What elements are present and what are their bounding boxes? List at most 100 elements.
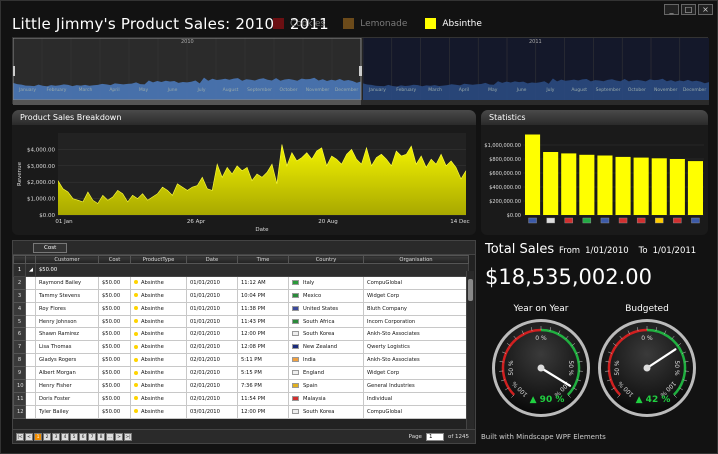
page-button-6[interactable]: 6 [79,433,87,441]
cell-time[interactable]: 11:43 PM [237,314,289,329]
cell-producttype[interactable]: Absinthe [130,288,187,303]
cell-cost[interactable]: $50.00 [98,366,131,381]
cell-organisation[interactable]: Ankh-Sto Associates [363,327,469,342]
stat-bar[interactable] [633,157,649,215]
minimize-button[interactable]: _ [664,4,679,15]
cell-date[interactable]: 02/01/2010 [186,391,238,406]
column-header-producttype[interactable]: ProductType [130,255,187,264]
first-page-button[interactable]: |< [16,433,24,441]
prev-page-button[interactable]: < [25,433,33,441]
stat-bar[interactable] [615,156,631,215]
cell-producttype[interactable]: Absinthe [130,314,187,329]
cell-country[interactable]: Mexico [288,288,364,303]
page-button-7[interactable]: 7 [88,433,96,441]
cell-country[interactable]: South Africa [288,314,364,329]
cell-date[interactable]: 01/01/2010 [186,288,238,303]
more-page-button[interactable]: ... [106,433,114,441]
legend-item-absinthe[interactable]: Absinthe [425,18,482,29]
table-row[interactable]: 8 Gladys Rogers $50.00 Absinthe 02/01/2010 5:… [13,353,469,368]
cell-cost[interactable]: $50.00 [98,404,131,419]
cell-customer[interactable]: Henry Fisher [35,379,99,393]
table-row[interactable]: 10 Henry Fisher $50.00 Absinthe 02/01/2010 7:… [13,379,469,393]
cell-customer[interactable]: Gladys Rogers [35,353,99,368]
cell-date[interactable]: 01/01/2010 [186,275,238,290]
table-row[interactable]: 11 Doris Foster $50.00 Absinthe 02/01/2010 11… [13,391,469,406]
column-header-cost[interactable]: Cost [98,255,131,264]
cell-cost[interactable]: $50.00 [98,314,131,329]
cell-time[interactable]: 12:00 PM [237,327,289,342]
cell-customer[interactable]: Albert Morgan [35,366,99,381]
cell-country[interactable]: New Zealand [288,340,364,355]
cell-cost[interactable]: $50.00 [98,301,131,316]
cell-time[interactable]: 11:54 PM [237,391,289,406]
page-button-8[interactable]: 8 [97,433,105,441]
table-row[interactable]: 12 Tyler Bailey $50.00 Absinthe 03/01/2010 12… [13,404,469,419]
stat-bar[interactable] [525,134,541,216]
cell-time[interactable]: 5:15 PM [237,366,289,381]
overview-right-handle[interactable] [359,66,362,76]
stat-bar[interactable] [597,155,613,216]
cell-producttype[interactable]: Absinthe [130,301,187,316]
cell-date[interactable]: 01/01/2010 [186,301,238,316]
cell-time[interactable]: 5:11 PM [237,353,289,368]
legend-item-cookies[interactable]: Cookies [273,18,325,29]
cell-date[interactable]: 02/01/2010 [186,340,238,355]
column-header-date[interactable]: Date [186,255,238,264]
cell-time[interactable]: 10:04 PM [237,288,289,303]
cell-country[interactable]: India [288,353,364,368]
cell-producttype[interactable]: Absinthe [130,391,187,406]
cell-date[interactable]: 02/01/2010 [186,379,238,393]
group-by-cost-button[interactable]: Cost [33,243,68,253]
cell-country[interactable]: South Korea [288,404,364,419]
cell-cost[interactable]: $50.00 [98,353,131,368]
stat-bar[interactable] [651,158,667,215]
cell-customer[interactable]: Doris Foster [35,391,99,406]
cell-date[interactable]: 02/01/2010 [186,327,238,342]
cell-producttype[interactable]: Absinthe [130,353,187,368]
column-header-customer[interactable]: Customer [35,255,99,264]
cell-time[interactable]: 12:00 PM [237,404,289,419]
cell-customer[interactable]: Raymond Bailey [35,275,99,290]
stat-bar[interactable] [687,161,703,215]
cell-country[interactable]: South Korea [288,327,364,342]
cell-date[interactable]: 03/01/2010 [186,404,238,419]
cell-customer[interactable]: Lisa Thomas [35,340,99,355]
group-row[interactable]: 1 ◢ $50.00 [13,263,469,277]
cell-cost[interactable]: $50.00 [98,275,131,290]
overview-left-handle[interactable] [13,66,15,76]
page-button-4[interactable]: 4 [61,433,69,441]
last-page-button[interactable]: >| [124,433,132,441]
collapse-toggle-icon[interactable]: ◢ [25,263,36,277]
page-button-3[interactable]: 3 [52,433,60,441]
cell-customer[interactable]: Tyler Bailey [35,404,99,419]
stat-bar[interactable] [669,159,685,215]
cell-customer[interactable]: Shawn Ramirez [35,327,99,342]
page-button-5[interactable]: 5 [70,433,78,441]
cell-country[interactable]: Italy [288,275,364,290]
cell-country[interactable]: England [288,366,364,381]
cell-producttype[interactable]: Absinthe [130,404,187,419]
cell-cost[interactable]: $50.00 [98,327,131,342]
page-button-2[interactable]: 2 [43,433,51,441]
stat-bar[interactable] [543,152,559,215]
cell-producttype[interactable]: Absinthe [130,340,187,355]
table-row[interactable]: 6 Shawn Ramirez $50.00 Absinthe 02/01/2010 12… [13,327,469,342]
grid-scroll-thumb[interactable] [468,279,473,301]
stat-bar[interactable] [579,154,595,215]
column-header-time[interactable]: Time [237,255,289,264]
cell-organisation[interactable]: Individual [363,391,469,406]
date-range-overview[interactable]: 2010 2011 January February March April May Ju… [12,37,709,105]
column-header-organisation[interactable]: Organisation [363,255,469,264]
column-header-country[interactable]: Country [288,255,364,264]
cell-organisation[interactable]: Bluth Company [363,301,469,316]
stat-bar[interactable] [561,153,577,215]
cell-producttype[interactable]: Absinthe [130,327,187,342]
cell-time[interactable]: 12:08 PM [237,340,289,355]
cell-time[interactable]: 11:12 AM [237,275,289,290]
cell-cost[interactable]: $50.00 [98,288,131,303]
cell-producttype[interactable]: Absinthe [130,379,187,393]
next-page-button[interactable]: > [115,433,123,441]
close-button[interactable]: × [698,4,713,15]
cell-organisation[interactable]: CompuGlobal [363,275,469,290]
cell-customer[interactable]: Henry Johnson [35,314,99,329]
